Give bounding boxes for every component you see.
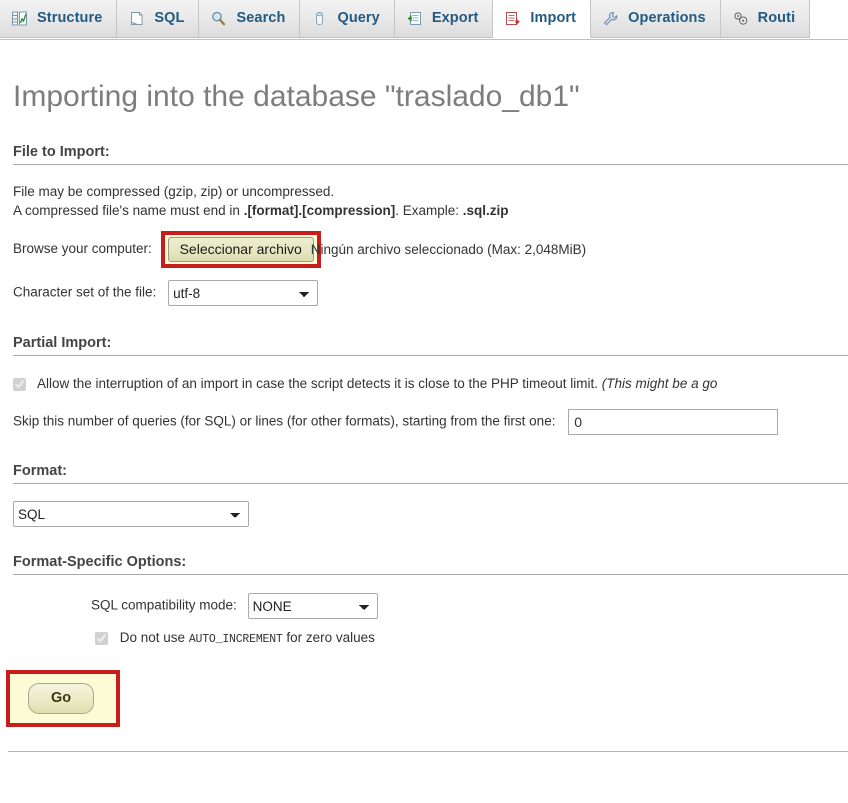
allow-interrupt-row: Allow the interruption of an import in c…: [0, 374, 848, 394]
skip-queries-row: Skip this number of queries (for SQL) or…: [0, 409, 848, 435]
format-row: SQL: [0, 501, 848, 527]
tab-query[interactable]: Query: [300, 0, 395, 38]
submit-row: Go: [0, 670, 848, 727]
browse-row: Browse your computer: Seleccionar archiv…: [0, 231, 848, 268]
tab-structure-label: Structure: [37, 10, 103, 26]
compression-note-line1: File may be compressed (gzip, zip) or un…: [13, 184, 335, 199]
format-legend: Format:: [13, 463, 67, 479]
tab-operations-label: Operations: [628, 10, 706, 26]
auto-increment-row: Do not use AUTO_INCREMENT for zero value…: [0, 628, 848, 650]
page-title: Importing into the database "traslado_db…: [13, 80, 580, 113]
tab-search[interactable]: Search: [199, 0, 301, 38]
go-button[interactable]: Go: [28, 683, 95, 714]
go-button-highlight: Go: [6, 670, 121, 727]
export-icon: [406, 10, 423, 27]
charset-label: Character set of the file:: [13, 284, 157, 300]
tab-import-label: Import: [530, 10, 577, 26]
tab-routines-label: Routi: [757, 10, 796, 26]
tab-export[interactable]: Export: [394, 0, 494, 38]
tab-query-label: Query: [337, 10, 380, 26]
tab-sql[interactable]: SQL: [117, 0, 200, 38]
structure-icon: [11, 10, 28, 27]
tab-export-label: Export: [431, 10, 479, 26]
file-input-highlight: Seleccionar archivo: [160, 231, 321, 268]
sql-icon: [128, 10, 145, 27]
query-icon: [311, 10, 328, 27]
partial-import-legend: Partial Import:: [13, 335, 112, 351]
file-status-text: Ningún archivo seleccionado (Max: 2,048M…: [310, 241, 587, 257]
sql-compat-label: SQL compatibility mode:: [91, 597, 237, 613]
charset-select[interactable]: utf-8: [168, 280, 319, 306]
tab-structure[interactable]: Structure: [0, 0, 118, 38]
skip-queries-label: Skip this number of queries (for SQL) or…: [13, 413, 556, 429]
tab-import[interactable]: Import: [493, 0, 592, 38]
auto-increment-keyword: AUTO_INCREMENT: [188, 633, 283, 646]
browse-label: Browse your computer:: [13, 241, 152, 257]
tab-search-label: Search: [236, 10, 286, 26]
charset-row: Character set of the file: utf-8: [0, 280, 848, 306]
tab-routines[interactable]: Routi: [720, 0, 811, 38]
compression-note-line2: A compressed file's name must end in .[f…: [0, 201, 848, 220]
footer-divider: [8, 751, 848, 752]
compression-note-prefix: A compressed file's name must end in: [13, 203, 244, 218]
allow-interrupt-note: (This might be a go: [601, 376, 718, 391]
routines-icon: [732, 10, 749, 27]
sql-compat-select[interactable]: NONE: [247, 593, 378, 619]
page-content: Importing into the database "traslado_db…: [0, 40, 848, 752]
compression-note-format: .[format].[compression]: [243, 203, 396, 218]
search-icon: [210, 10, 227, 27]
compression-note-example: .sql.zip: [462, 203, 509, 218]
file-to-import-legend: File to Import:: [13, 144, 110, 160]
format-select[interactable]: SQL: [13, 501, 249, 527]
format-specific-legend: Format-Specific Options:: [13, 554, 187, 570]
auto-increment-checkbox[interactable]: [95, 631, 108, 645]
allow-interrupt-label: Allow the interruption of an import in c…: [37, 376, 599, 391]
sql-compat-row: SQL compatibility mode: NONE: [0, 593, 848, 619]
tab-sql-label: SQL: [154, 10, 185, 26]
choose-file-button[interactable]: Seleccionar archivo: [167, 237, 314, 262]
import-icon: [504, 10, 521, 27]
skip-queries-input[interactable]: [568, 409, 779, 435]
compression-note-mid: . Example:: [395, 203, 463, 218]
file-input[interactable]: Seleccionar archivo: [167, 237, 314, 262]
tab-operations[interactable]: Operations: [591, 0, 721, 38]
main-tab-bar: Structure SQL Search Query Export Import…: [0, 0, 848, 40]
wrench-icon: [602, 10, 619, 27]
auto-increment-prefix: Do not use: [119, 630, 189, 645]
auto-increment-suffix: for zero values: [282, 630, 375, 645]
allow-interrupt-checkbox[interactable]: [13, 377, 26, 391]
